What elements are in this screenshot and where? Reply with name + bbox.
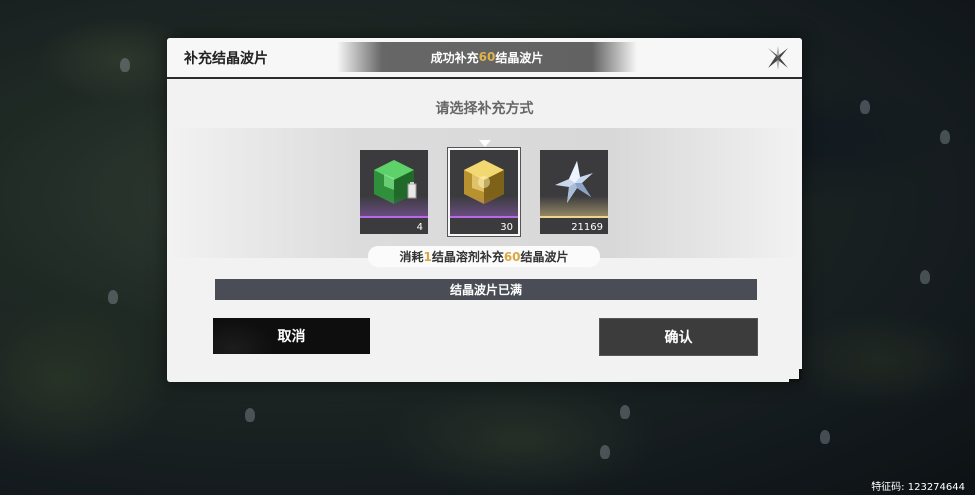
item-slot-green-crystal[interactable]: 4: [360, 150, 428, 234]
desc-text: 消耗: [399, 250, 424, 264]
item-slot-star-crystal[interactable]: 21169: [540, 150, 608, 234]
confirm-button[interactable]: 确认: [599, 318, 758, 356]
item-count: 21169: [571, 222, 603, 233]
replenish-dialog: 补充结晶波片 成功补充 60 结晶波片 请选择补充方式 4 30 21169 消…: [167, 38, 802, 382]
rarity-glow: [450, 196, 518, 218]
item-count: 30: [500, 222, 513, 233]
cancel-button[interactable]: 取消: [213, 318, 370, 354]
toast-prefix: 成功补充: [430, 50, 479, 65]
rarity-bar: [540, 216, 608, 218]
desc-number: 60: [503, 249, 521, 264]
item-slot-gold-crystal[interactable]: 30: [448, 148, 520, 236]
rarity-bar: [450, 216, 518, 218]
rarity-glow: [540, 196, 608, 218]
toast-suffix: 结晶波片: [495, 50, 544, 65]
choose-method-subtitle: 请选择补充方式: [435, 101, 534, 117]
rarity-glow: [360, 196, 428, 218]
toast-amount: 60: [478, 50, 496, 64]
corner-decoration: [789, 369, 802, 382]
success-toast: 成功补充 60 结晶波片: [337, 42, 637, 72]
full-status-bar: 结晶波片已满: [215, 279, 757, 300]
desc-text: 结晶波片: [520, 250, 569, 264]
desc-number: 1: [423, 249, 432, 264]
close-icon: [768, 46, 788, 70]
consume-description: 消耗 1 结晶溶剂补充 60 结晶波片: [368, 246, 600, 267]
close-button[interactable]: [765, 45, 791, 71]
dialog-title: 补充结晶波片: [184, 51, 268, 67]
desc-text: 结晶溶剂补充: [431, 250, 504, 264]
item-count: 4: [416, 222, 423, 233]
rarity-bar: [360, 216, 428, 218]
header-divider: [167, 77, 802, 79]
uid-label: 特征码: 123274644: [871, 482, 965, 493]
selection-arrow-icon: [479, 140, 491, 147]
